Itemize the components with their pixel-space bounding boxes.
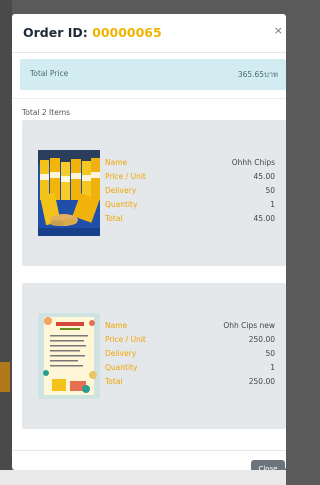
product-image-poster <box>38 313 100 399</box>
divider <box>12 98 286 99</box>
product-poster <box>38 313 100 399</box>
backdrop-accent <box>0 362 10 392</box>
modal-footer-divider <box>12 450 286 451</box>
total-label: Total <box>105 377 123 386</box>
order-id: 00000065 <box>92 25 162 40</box>
title-prefix: Order ID: <box>23 25 88 40</box>
total-value: 45.00 <box>253 214 275 223</box>
modal-header: Order ID: 00000065 × <box>12 14 286 53</box>
name-label: Name <box>105 321 128 330</box>
order-modal: Order ID: 00000065 × Total Price 365.65บ… <box>12 14 286 470</box>
detail-row-quantity: Quantity 1 <box>105 200 275 214</box>
detail-row-price: Price / Unit 250.00 <box>105 335 275 349</box>
close-button[interactable]: Close <box>251 460 285 470</box>
item-details: Name Ohhh Chips Price / Unit 45.00 Deliv… <box>105 158 275 228</box>
product-image-chips <box>38 150 100 236</box>
page-backdrop <box>0 0 12 485</box>
chips-bags-photo <box>38 150 100 236</box>
total-price-label: Total Price <box>30 69 69 78</box>
items-count: Total 2 Items <box>22 108 71 117</box>
detail-row-name: Name Ohh Cips new <box>105 321 275 335</box>
total-value: 250.00 <box>248 377 275 386</box>
delivery-label: Delivery <box>105 349 137 358</box>
detail-row-name: Name Ohhh Chips <box>105 158 275 172</box>
total-price-box: Total Price 365.65บาท <box>20 59 286 90</box>
order-item-card: Name Ohhh Chips Price / Unit 45.00 Deliv… <box>22 120 286 266</box>
item-details: Name Ohh Cips new Price / Unit 250.00 De… <box>105 321 275 391</box>
detail-row-total: Total 250.00 <box>105 377 275 391</box>
close-icon[interactable]: × <box>274 24 283 37</box>
name-value: Ohhh Chips <box>231 158 275 167</box>
name-label: Name <box>105 158 128 167</box>
delivery-label: Delivery <box>105 186 137 195</box>
delivery-value: 50 <box>265 186 275 195</box>
price-unit-label: Price / Unit <box>105 335 146 344</box>
detail-row-total: Total 45.00 <box>105 214 275 228</box>
quantity-label: Quantity <box>105 363 138 372</box>
detail-row-delivery: Delivery 50 <box>105 349 275 363</box>
detail-row-delivery: Delivery 50 <box>105 186 275 200</box>
price-unit-value: 45.00 <box>253 172 275 181</box>
order-item-card: Name Ohh Cips new Price / Unit 250.00 De… <box>22 283 286 429</box>
delivery-value: 50 <box>265 349 275 358</box>
price-unit-value: 250.00 <box>248 335 275 344</box>
detail-row-price: Price / Unit 45.00 <box>105 172 275 186</box>
backdrop-bottom <box>0 470 286 485</box>
quantity-label: Quantity <box>105 200 138 209</box>
quantity-value: 1 <box>270 200 275 209</box>
modal-title: Order ID: 00000065 <box>23 25 162 40</box>
total-price-value: 365.65บาท <box>237 70 278 79</box>
detail-row-quantity: Quantity 1 <box>105 363 275 377</box>
name-value: Ohh Cips new <box>223 321 275 330</box>
quantity-value: 1 <box>270 363 275 372</box>
price-unit-label: Price / Unit <box>105 172 146 181</box>
total-label: Total <box>105 214 123 223</box>
